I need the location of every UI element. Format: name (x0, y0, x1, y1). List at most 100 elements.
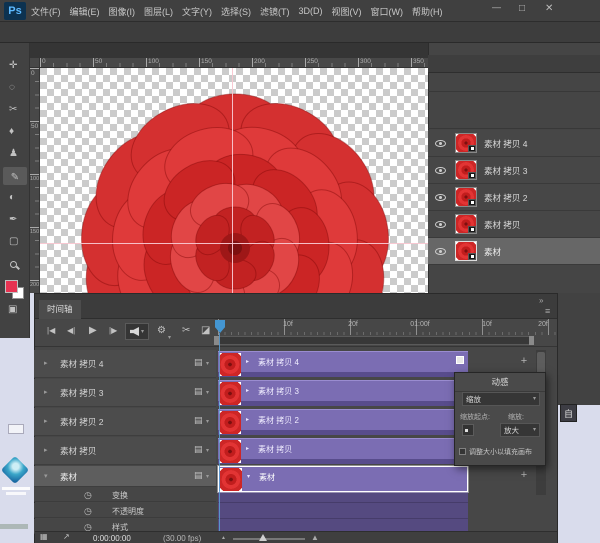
layer-row[interactable]: 素材 拷贝 3 (428, 157, 600, 184)
timeline-settings-gear-icon[interactable]: ⚙ (157, 326, 166, 336)
track-name-label[interactable]: 素材 拷贝 3 (60, 387, 103, 399)
track-name-label[interactable]: 素材 拷贝 (60, 445, 96, 457)
menu-help[interactable]: 帮助(H) (412, 5, 443, 18)
track-name-label[interactable]: 素材 拷贝 2 (60, 416, 103, 428)
playhead-line[interactable] (219, 333, 220, 531)
menu-edit[interactable]: 编辑(E) (70, 5, 100, 18)
layer-name[interactable]: 素材 拷贝 4 (484, 138, 527, 150)
media-player-icon[interactable] (1, 456, 29, 484)
track-row-selected[interactable]: ▾ 素材 ▤▾ (34, 466, 216, 487)
chevron-right-icon[interactable]: ▸ (44, 418, 48, 425)
stopwatch-icon[interactable]: ◷ (84, 490, 92, 501)
stopwatch-icon[interactable]: ◷ (84, 506, 92, 517)
chevron-right-icon[interactable]: ▸ (44, 447, 48, 454)
layer-thumbnail[interactable] (455, 133, 477, 153)
video-clip-selected[interactable]: ▾ 素材 (218, 466, 468, 492)
split-at-playhead-icon[interactable]: ✂ (182, 326, 190, 336)
next-frame-button[interactable]: |▶ (109, 327, 117, 335)
track-row[interactable]: ▸ 素材 拷贝 2 ▤▾ (34, 408, 216, 436)
layer-name[interactable]: 素材 (484, 246, 501, 258)
track-video-icon[interactable]: ▤ (194, 358, 203, 367)
track-row[interactable]: ▸ 素材 拷贝 4 ▤▾ (34, 350, 216, 378)
layer-thumbnail[interactable] (455, 241, 477, 261)
menu-filter[interactable]: 滤镜(T) (260, 5, 290, 18)
desktop-widget[interactable]: 自 (560, 404, 577, 422)
layer-thumbnail[interactable] (455, 187, 477, 207)
lasso-tool-icon[interactable]: ◌ (9, 83, 15, 93)
dodge-tool-icon[interactable]: ◐ (9, 193, 15, 203)
zoom-in-mountain-icon[interactable]: ▲ (311, 533, 319, 542)
timeline-zoom-slider[interactable] (233, 538, 305, 540)
first-frame-button[interactable]: |◀ (47, 327, 55, 335)
layer-name[interactable]: 素材 拷贝 2 (484, 192, 527, 204)
transition-icon[interactable]: ◪ (201, 326, 210, 336)
zoom-out-mountain-icon[interactable]: ▲ (221, 535, 226, 541)
property-row[interactable]: ◷ 不透明度 (34, 503, 216, 518)
track-row[interactable]: ▸ 素材 拷贝 3 ▤▾ (34, 379, 216, 407)
motion-preset-select[interactable]: 缩放▾ (462, 392, 540, 406)
frames-view-icon[interactable]: ▦ (40, 533, 48, 541)
menu-select[interactable]: 选择(S) (221, 5, 251, 18)
zoom-direction-select[interactable]: 放大▾ (500, 423, 540, 437)
track-video-icon[interactable]: ▤ (194, 445, 203, 454)
menu-file[interactable]: 文件(F) (31, 5, 61, 18)
panel-collapse-icon[interactable]: » (539, 296, 543, 305)
pen-tool-icon[interactable]: ✒ (9, 215, 17, 225)
chevron-down-icon[interactable]: ▾ (44, 473, 48, 480)
canvas[interactable] (40, 68, 428, 293)
minimize-button[interactable]: — (492, 2, 501, 12)
layer-thumbnail[interactable] (455, 214, 477, 234)
track-name-label[interactable]: 素材 拷贝 4 (60, 358, 103, 370)
track-video-icon[interactable]: ▤ (194, 471, 203, 480)
eraser-tool-active[interactable]: ✎ (3, 167, 27, 185)
layer-row[interactable]: 素材 拷贝 (428, 211, 600, 238)
visibility-eye-icon[interactable] (435, 194, 446, 201)
video-clip[interactable]: ▸ 素材 拷贝 2 (218, 409, 468, 435)
layer-row-selected[interactable]: 素材 (428, 238, 600, 265)
layer-row[interactable]: 素材 拷贝 4 (428, 130, 600, 157)
visibility-eye-icon[interactable] (435, 248, 446, 255)
visibility-eye-icon[interactable] (435, 167, 446, 174)
layer-name[interactable]: 素材 拷贝 3 (484, 165, 527, 177)
menu-window[interactable]: 窗口(W) (371, 5, 404, 18)
video-clip[interactable]: ▸ 素材 拷贝 3 (218, 380, 468, 406)
track-video-icon[interactable]: ▤ (194, 416, 203, 425)
slider-thumb[interactable] (259, 534, 267, 541)
eyedropper-tool-icon[interactable]: ♦ (9, 127, 14, 137)
quick-mask-icon[interactable]: ▣ (8, 305, 17, 315)
visibility-eye-icon[interactable] (435, 221, 446, 228)
chevron-right-icon[interactable]: ▸ (44, 389, 48, 396)
clip-motion-badge[interactable] (456, 356, 464, 364)
video-clip[interactable]: ▸ 素材 拷贝 (218, 438, 468, 464)
menu-image[interactable]: 图像(I) (109, 5, 136, 18)
panel-menu-icon[interactable]: ≡ (545, 306, 550, 316)
guide-horizontal[interactable] (40, 243, 428, 244)
menu-type[interactable]: 文字(Y) (182, 5, 212, 18)
work-area-bar[interactable] (217, 336, 533, 345)
close-button[interactable]: ✕ (545, 3, 553, 14)
visibility-eye-icon[interactable] (435, 140, 446, 147)
time-ruler[interactable]: 10f 20f 01:00f 10f 20f (216, 319, 557, 335)
video-clip[interactable]: ▸ 素材 拷贝 4 (218, 351, 468, 377)
layer-row[interactable]: 素材 拷贝 2 (428, 184, 600, 211)
guide-vertical[interactable] (232, 68, 233, 293)
maximize-button[interactable]: □ (519, 3, 525, 14)
desktop-icon-small[interactable] (8, 424, 24, 434)
menu-view[interactable]: 视图(V) (332, 5, 362, 18)
work-area-end-handle[interactable] (529, 336, 534, 345)
render-video-icon[interactable]: ↗ (63, 533, 70, 541)
previous-frame-button[interactable]: ◀| (67, 327, 75, 335)
crop-tool-icon[interactable]: ✂ (9, 105, 17, 115)
play-button[interactable]: ▶ (89, 326, 97, 336)
audio-mute-button[interactable]: ▾ (125, 323, 149, 340)
track-name-label[interactable]: 素材 (60, 471, 77, 483)
layer-thumbnail[interactable] (455, 160, 477, 180)
tab-timeline[interactable]: 时间轴 (39, 300, 81, 319)
foreground-color-swatch[interactable] (5, 280, 18, 293)
track-row[interactable]: ▸ 素材 拷贝 ▤▾ (34, 437, 216, 465)
clone-stamp-tool-icon[interactable]: ♟ (9, 149, 18, 159)
move-tool-icon[interactable]: ✛ (9, 61, 17, 71)
add-media-button[interactable]: + (518, 356, 530, 368)
zoom-origin-widget[interactable] (462, 424, 474, 436)
menu-3d[interactable]: 3D(D) (299, 6, 323, 16)
